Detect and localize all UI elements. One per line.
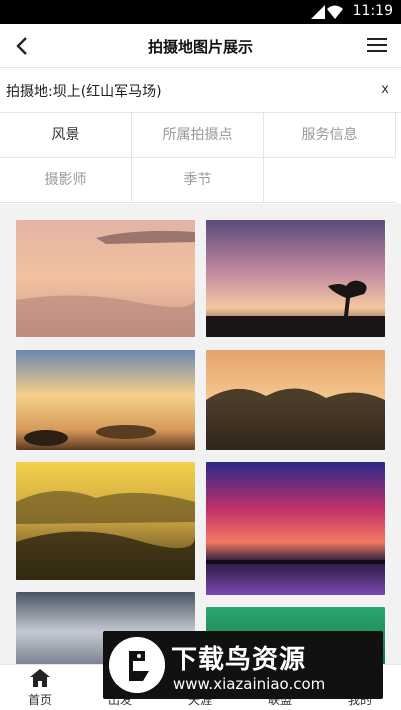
photo-grid: [0, 204, 401, 664]
filter-location-text: 拍摄地:坝上(红山军马场): [6, 84, 162, 100]
status-bar: 11:19: [0, 0, 401, 24]
nav-home[interactable]: 首页: [0, 665, 80, 710]
tab-season[interactable]: 季节: [132, 158, 264, 203]
photo-thumbnail[interactable]: [206, 220, 385, 337]
wifi-icon: [327, 5, 343, 19]
category-tabs: 风景 所属拍摄点 服务信息 摄影师 季节: [0, 113, 401, 204]
tab-scenery[interactable]: 风景: [0, 113, 132, 158]
tab-photographer[interactable]: 摄影师: [0, 158, 132, 203]
home-icon: [30, 669, 50, 687]
watermark-url: www.xiazainiao.com: [173, 675, 326, 693]
photo-thumbnail[interactable]: [16, 220, 195, 337]
nav-home-label: 首页: [27, 693, 52, 707]
photo-thumbnail[interactable]: [16, 462, 195, 580]
watermark-title: 下载鸟资源: [171, 645, 307, 675]
page-title: 拍摄地图片展示: [147, 38, 253, 56]
filter-bar: 拍摄地:坝上(红山军马场) x: [0, 68, 401, 113]
tab-empty: [264, 158, 396, 203]
tab-shooting-spot[interactable]: 所属拍摄点: [132, 113, 264, 158]
top-bar: 拍摄地图片展示: [0, 24, 401, 68]
signal-icon: [311, 5, 325, 19]
watermark-overlay: 下载鸟资源 www.xiazainiao.com: [103, 631, 383, 699]
hamburger-menu-icon[interactable]: [367, 37, 387, 53]
bird-logo-icon: [109, 637, 165, 693]
photo-thumbnail[interactable]: [16, 350, 195, 450]
clear-filter-button[interactable]: x: [381, 82, 389, 97]
photo-thumbnail[interactable]: [206, 462, 385, 595]
status-time: 11:19: [352, 3, 393, 19]
photo-thumbnail[interactable]: [206, 350, 385, 450]
tab-service-info[interactable]: 服务信息: [264, 113, 396, 158]
